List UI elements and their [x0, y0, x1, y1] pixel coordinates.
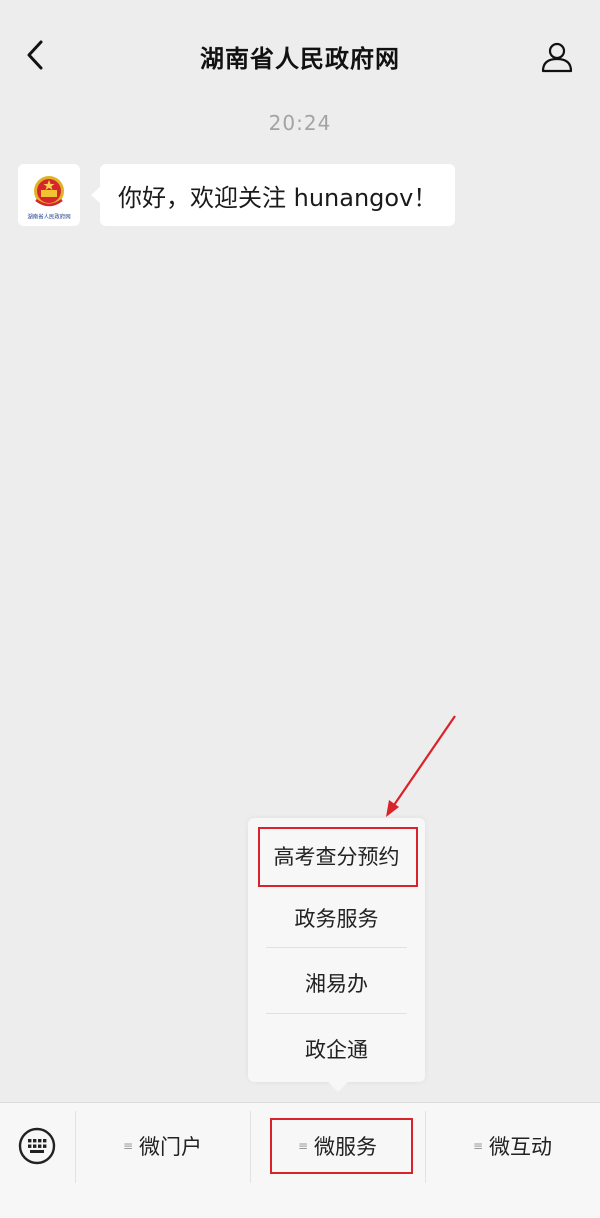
submenu-divider	[266, 1013, 407, 1014]
keyboard-toggle-button[interactable]	[16, 1125, 58, 1167]
submenu-indicator-icon: ≡	[472, 1139, 484, 1153]
top-nav-bar: 湖南省人民政府网	[0, 0, 600, 108]
submenu-item-gaokao-score[interactable]: 高考查分预约	[248, 823, 425, 888]
keyboard-icon	[18, 1127, 56, 1165]
national-emblem-icon	[34, 175, 64, 206]
submenu-divider	[266, 947, 407, 948]
user-profile-icon	[541, 42, 573, 73]
page-title: 湖南省人民政府网	[200, 45, 400, 73]
bottom-menu-bar: ≡ 微门户 ≡ 微服务 ≡ 微互动	[0, 1102, 600, 1218]
avatar-label: 湖南省人民政府网	[27, 213, 71, 221]
profile-button[interactable]	[538, 38, 576, 76]
menu-tab-weihudong[interactable]: ≡ 微互动	[425, 1103, 600, 1189]
menu-tab-weifuwu[interactable]: ≡ 微服务	[250, 1103, 425, 1189]
message-bubble: 你好，欢迎关注 hunangov！	[90, 164, 456, 226]
submenu-indicator-icon: ≡	[297, 1139, 309, 1153]
message-timestamp: 20:24	[268, 111, 332, 135]
submenu-item-zhengqitong[interactable]: 政企通	[248, 1016, 425, 1081]
menu-tab-weimenhu[interactable]: ≡ 微门户	[75, 1103, 250, 1189]
chevron-left-icon	[27, 40, 43, 70]
menu-tab-label: 微门户	[139, 1135, 203, 1159]
submenu-item-government-services[interactable]: 政务服务	[248, 885, 425, 950]
submenu-item-xiangyiban[interactable]: 湘易办	[248, 950, 425, 1015]
menu-tab-label: 微互动	[489, 1135, 553, 1159]
account-avatar[interactable]: 湖南省人民政府网	[18, 164, 80, 226]
submenu-indicator-icon: ≡	[122, 1139, 134, 1153]
service-submenu: 高考查分预约 政务服务 湘易办 政企通	[248, 818, 425, 1092]
menu-tab-label: 微服务	[314, 1135, 378, 1159]
back-button[interactable]	[18, 38, 52, 72]
